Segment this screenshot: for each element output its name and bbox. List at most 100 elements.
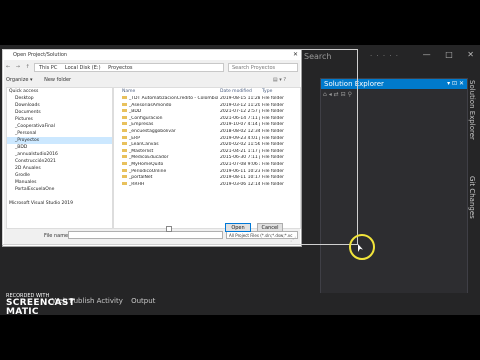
solution-explorer-title: Solution Explorer ▾ ⊡ ✕ xyxy=(321,79,467,89)
file-date-cell: 2019-03-12 11:20 ... xyxy=(220,102,260,108)
file-name-cell: _BDD xyxy=(122,109,218,116)
breadcrumb-proyectos[interactable]: Proyectos xyxy=(108,65,132,71)
nav-item[interactable] xyxy=(7,193,112,200)
nav-item[interactable]: 2D Anuales xyxy=(7,165,112,172)
navigation-pane: Quick access Desktop Downloads Documents Pic… xyxy=(6,87,113,229)
file-row[interactable]: _encuestaggobolivar 2018-08-02 12:34 ...F… xyxy=(114,129,300,136)
folder-icon xyxy=(122,175,127,179)
dialog-search-input[interactable]: Search Proyectos xyxy=(228,63,298,72)
nav-item[interactable]: Grodle xyxy=(7,172,112,179)
file-date-cell: 2019-08-15 11:28 ... xyxy=(220,96,260,101)
folder-icon xyxy=(122,115,127,119)
option-checkbox[interactable] xyxy=(166,226,172,232)
ide-search-label[interactable]: Search xyxy=(304,52,331,61)
breadcrumb-this-pc[interactable]: This PC xyxy=(39,65,57,71)
sync-icon[interactable]: ⇄ xyxy=(334,91,339,98)
solution-explorer-title-text: Solution Explorer xyxy=(324,80,384,88)
file-name-text: _RRHH xyxy=(129,181,145,187)
nav-item[interactable]: Documents xyxy=(7,109,112,116)
file-row[interactable]: _RRHH 2019-03-06 12:14 ...File folder xyxy=(114,181,300,189)
home-icon[interactable]: ⌂ xyxy=(323,91,327,98)
properties-icon[interactable]: ⚲ xyxy=(348,91,352,98)
file-name-cell: _RRHH xyxy=(122,181,218,189)
file-type-cell: File folder xyxy=(262,96,285,101)
panel-controls[interactable]: ▾ ⊡ ✕ xyxy=(447,79,464,89)
file-row[interactable]: _Masterlist 2021-04-21 1:17 p.m.File fold… xyxy=(114,148,300,156)
file-row[interactable]: _PeriodicoOnline 2019-06-11 10:23 ...File… xyxy=(114,168,300,176)
file-type-cell: File folder xyxy=(262,168,285,174)
open-project-dialog: Open Project/Solution ✕ ← → ↑ This PC Lo… xyxy=(2,49,302,247)
column-header-type[interactable]: Type xyxy=(262,88,272,95)
maximize-button[interactable]: □ xyxy=(445,50,453,59)
breadcrumb-local-disk[interactable]: Local Disk (E:) xyxy=(65,65,101,71)
folder-icon xyxy=(122,102,127,106)
file-date-cell: 2019-08-11 10:17 ... xyxy=(220,175,260,181)
file-row[interactable]: _Empresas 2019-10-07 4:14 p.m.File folder xyxy=(114,122,300,129)
tab-output[interactable]: Output xyxy=(131,297,155,305)
nav-item[interactable]: _Personal xyxy=(7,130,112,137)
nav-item[interactable]: _Proyectos xyxy=(7,137,112,144)
nav-item[interactable]: Desktop xyxy=(7,95,112,102)
file-type-cell: File folder xyxy=(262,175,285,181)
nav-item[interactable]: Downloads xyxy=(7,102,112,109)
collapse-icon[interactable]: ⊟ xyxy=(341,91,346,98)
file-type-cell: File folder xyxy=(262,135,285,141)
file-date-cell: 2019-03-06 12:14 ... xyxy=(220,181,260,187)
file-name-text: _portalNet xyxy=(129,175,153,181)
back-forward-icons[interactable]: ← → ↑ xyxy=(6,64,32,70)
file-row[interactable]: _AsesoriasAmondo 2019-03-12 11:20 ...File… xyxy=(114,102,300,110)
file-date-cell: 2020-02-02 11:56 ... xyxy=(220,142,260,148)
nav-item[interactable]: Microsoft Visual Studio 2019 xyxy=(7,200,112,207)
open-button[interactable]: Open xyxy=(225,223,251,232)
nav-item[interactable]: _BDD xyxy=(7,144,112,151)
file-row[interactable]: _LeanCanvas 2020-02-02 11:56 ...File fold… xyxy=(114,142,300,149)
file-name-text: _BDD xyxy=(129,109,142,115)
file-date-cell: 2019-10-07 4:14 p.m. xyxy=(220,122,260,128)
file-list: Name Date modified Type _TDT Automatizac… xyxy=(113,87,301,229)
file-date-cell: 2015-06-30 7:11 p.m. xyxy=(220,155,260,161)
view-options-icon[interactable]: ▤ ▾ ? xyxy=(273,76,286,85)
file-name-text: _AsesoriasAmondo xyxy=(129,102,172,108)
cancel-button[interactable]: Cancel xyxy=(257,223,283,232)
close-window-button[interactable]: ✕ xyxy=(467,50,474,59)
folder-icon xyxy=(122,162,127,165)
file-name-cell: _LeanCanvas xyxy=(122,142,218,149)
nav-item[interactable]: PortalEscuelaOne xyxy=(7,186,112,193)
folder-icon xyxy=(122,96,127,99)
file-name-input[interactable] xyxy=(68,231,223,239)
right-side-tabs: Solution Explorer Git Changes xyxy=(468,80,480,280)
minimize-button[interactable]: — xyxy=(423,50,431,59)
file-row[interactable]: _BDD 2021-07-12 2:57 p.m.File folder xyxy=(114,109,300,116)
column-header-name[interactable]: Name xyxy=(122,88,135,95)
file-row[interactable]: _Configuracion 2021-06-14 7:11 p.m.File f… xyxy=(114,115,300,123)
file-name-label: File name: xyxy=(44,233,70,239)
file-name-text: _Empresas xyxy=(129,122,154,128)
nav-item[interactable]: Construcción2021 xyxy=(7,158,112,165)
nav-item[interactable]: Manuales xyxy=(7,179,112,186)
file-row[interactable]: _MyHomeQuito 2021-07-08 9:06 a.m.File fol… xyxy=(114,162,300,169)
side-tab-solution-explorer[interactable]: Solution Explorer xyxy=(468,80,476,140)
file-row[interactable]: _MedicoEducador 2015-06-30 7:11 p.m.File … xyxy=(114,155,300,162)
file-name-row: File name: All Project Files (*.sln;*.ds… xyxy=(6,231,298,240)
file-name-text: _ERP xyxy=(129,135,140,141)
file-name-cell: _Masterlist xyxy=(122,148,218,156)
column-header-date[interactable]: Date modified xyxy=(220,88,252,95)
nav-item[interactable]: Quick access xyxy=(7,88,112,95)
new-folder-button[interactable]: New folder xyxy=(44,77,71,83)
nav-item[interactable]: Pictures xyxy=(7,116,112,123)
folder-icon xyxy=(122,129,127,132)
back-icon[interactable]: ◂ xyxy=(329,91,332,98)
file-row[interactable]: _portalNet 2019-08-11 10:17 ...File folde… xyxy=(114,175,300,182)
file-row[interactable]: _TDT AutomatizacionCredito - Colombia 201… xyxy=(114,96,300,103)
side-tab-git-changes[interactable]: Git Changes xyxy=(468,176,476,219)
file-date-cell: 2021-07-08 9:06 a.m. xyxy=(220,162,260,167)
file-row[interactable]: _ERP 2019-09-23 4:01 p.m.File folder xyxy=(114,135,300,143)
nav-item[interactable]: _CooperativaFinal xyxy=(7,123,112,130)
organize-button[interactable]: Organize ▾ xyxy=(6,77,33,83)
dialog-close-icon[interactable]: ✕ xyxy=(293,50,298,60)
file-type-cell: File folder xyxy=(262,109,285,115)
address-bar[interactable]: This PC Local Disk (E:) Proyectos xyxy=(34,63,224,72)
nav-item[interactable]: _annualstudio2016 xyxy=(7,151,112,158)
file-name-cell: _portalNet xyxy=(122,175,218,182)
resize-grip-icon[interactable]: ⋰ xyxy=(290,236,296,243)
